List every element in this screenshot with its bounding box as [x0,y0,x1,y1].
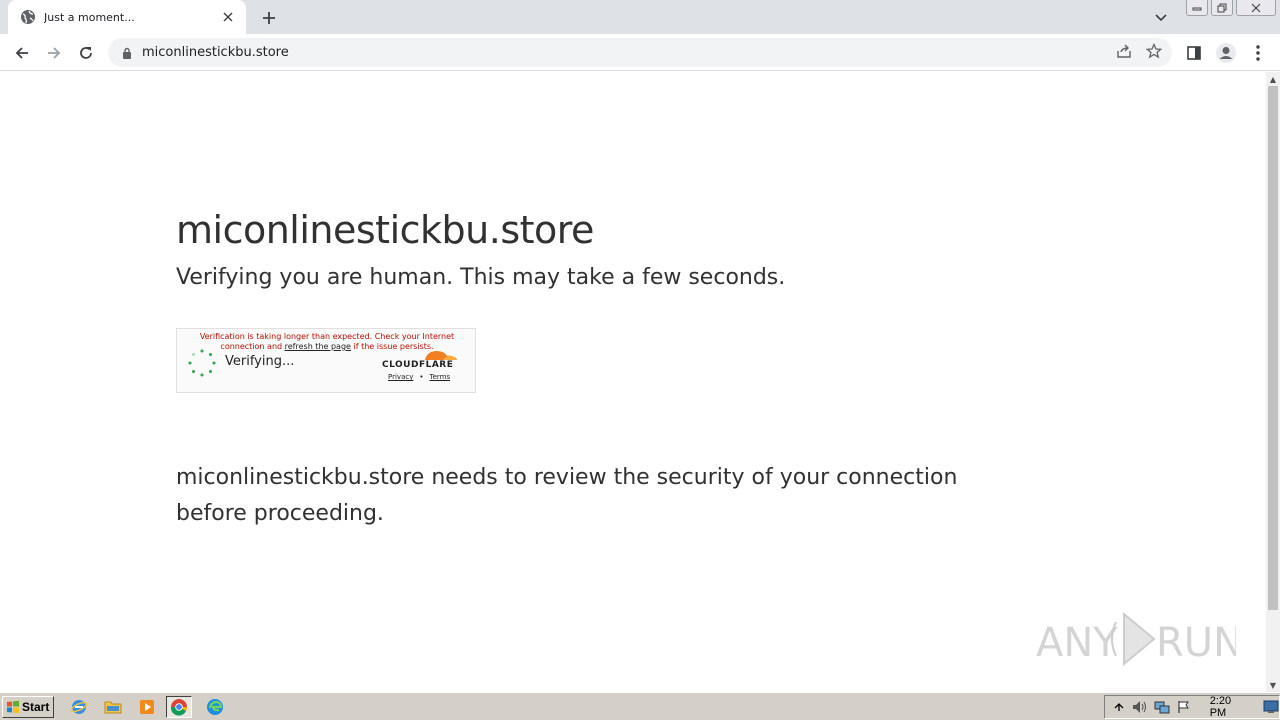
window-controls [1186,0,1276,18]
profile-avatar-icon[interactable] [1213,40,1239,66]
anyrun-watermark-logo: ANY RUN [1036,611,1236,667]
show-hidden-icons-icon[interactable] [1111,699,1126,715]
folder-icon[interactable] [100,696,126,718]
share-icon[interactable] [1116,43,1132,63]
tab-active[interactable]: Just a moment... [8,0,246,34]
svg-text:RUN: RUN [1156,620,1236,666]
start-button[interactable]: Start [2,696,54,718]
close-tab-icon[interactable] [220,9,236,25]
tab-strip: Just a moment... [0,0,1280,34]
cloudflare-challenge-widget: Verification is taking longer than expec… [176,328,476,393]
media-player-icon[interactable] [134,696,160,718]
system-tray: 2:20 PM [1104,695,1280,719]
cloudflare-links: Privacy • Terms [388,373,450,381]
page-subtitle: Verifying you are human. This may take a… [176,265,786,290]
verifying-status: Verifying... [225,354,295,369]
security-review-paragraph: miconlinestickbu.store needs to review t… [176,465,958,526]
start-label: Start [22,700,50,714]
globe-icon [20,9,36,25]
terms-link[interactable]: Terms [430,373,451,381]
browser-toolbar: miconlinestickbu.store [0,34,1280,71]
address-bar[interactable]: miconlinestickbu.store [108,38,1172,67]
network-icon[interactable] [1154,699,1170,715]
refresh-page-link[interactable]: refresh the page [285,342,351,351]
lock-icon[interactable] [120,46,134,60]
internet-explorer-icon[interactable] [66,696,92,718]
action-center-flag-icon[interactable] [1176,699,1191,715]
spinner-icon [188,349,216,377]
tab-title: Just a moment... [44,10,135,24]
minimize-button[interactable] [1186,0,1208,16]
page-content: miconlinestickbu.store Verifying you are… [0,72,1266,692]
chrome-icon[interactable] [166,696,192,718]
page-title: miconlinestickbu.store [176,208,594,252]
link-separator: • [419,373,424,381]
reload-icon[interactable] [73,40,99,66]
clock[interactable]: 2:20 PM [1210,695,1249,719]
new-tab-button[interactable] [258,7,280,29]
volume-icon[interactable] [1132,699,1148,715]
svg-text:ANY: ANY [1036,620,1118,666]
cloudflare-logo-text: CLOUDFLARE [382,360,454,370]
show-desktop-icon[interactable] [1263,699,1279,715]
privacy-link[interactable]: Privacy [388,373,413,381]
side-panel-icon[interactable] [1181,40,1207,66]
close-window-button[interactable] [1236,0,1276,16]
chevron-down-icon[interactable] [1150,7,1172,29]
scroll-up-arrow-icon[interactable]: ▲ [1266,72,1280,86]
windows-taskbar: Start 2:20 PM [0,692,1280,720]
forward-icon[interactable] [41,40,67,66]
back-icon[interactable] [9,40,35,66]
scroll-down-arrow-icon[interactable]: ▼ [1266,678,1280,692]
menu-kebab-icon[interactable] [1245,40,1271,66]
url-text: miconlinestickbu.store [142,45,289,60]
restore-button[interactable] [1211,0,1233,16]
bookmark-star-icon[interactable] [1145,42,1163,63]
scrollbar-thumb[interactable] [1268,86,1278,610]
edge-icon[interactable] [202,696,228,718]
vertical-scrollbar[interactable]: ▲ ▼ [1266,72,1280,692]
windows-flag-icon [7,700,19,714]
